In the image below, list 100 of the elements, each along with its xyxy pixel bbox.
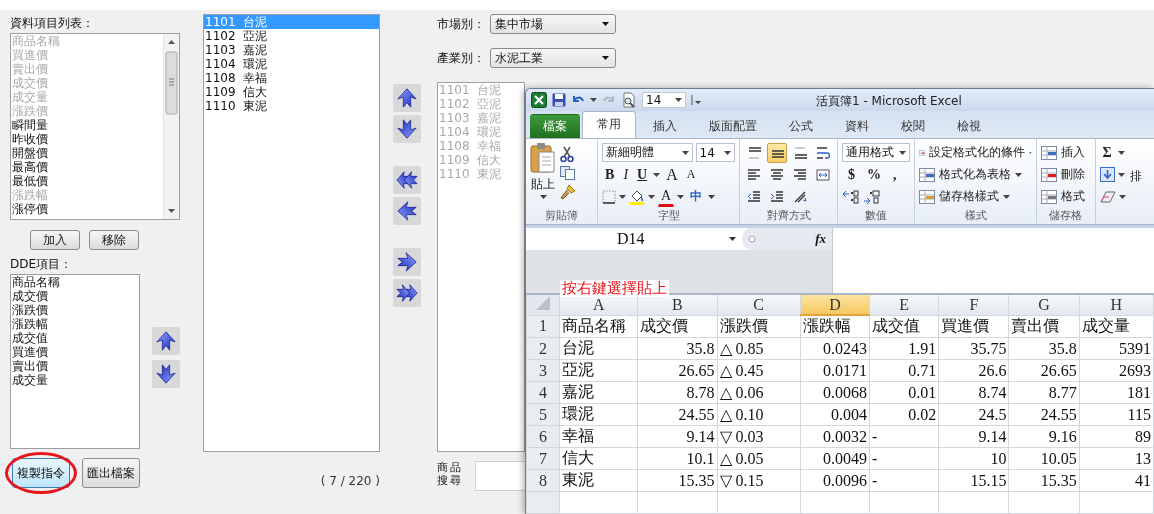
ribbon-tab[interactable]: 版面配置 <box>694 113 772 138</box>
ribbon-tab[interactable]: 公式 <box>774 113 828 138</box>
font-style-button[interactable]: U <box>634 164 651 185</box>
list-item[interactable]: 瞬間量 <box>11 118 163 132</box>
align-button[interactable] <box>767 142 788 163</box>
transfer-button[interactable] <box>393 279 421 307</box>
save-icon[interactable] <box>552 92 566 107</box>
list-item[interactable]: 開盤價 <box>11 146 163 160</box>
transfer-button[interactable] <box>393 166 421 194</box>
font-size-field[interactable]: 14 <box>642 91 686 108</box>
ribbon-tab[interactable]: 常用 <box>582 110 636 138</box>
sum-button[interactable]: Σ <box>1099 142 1115 163</box>
fill-color-icon[interactable] <box>629 188 646 205</box>
transfer-button[interactable] <box>393 197 421 225</box>
list-item[interactable]: 最低價 <box>11 174 163 188</box>
style-command[interactable]: 儲存格樣式 <box>938 186 1001 207</box>
number-format-button[interactable]: % <box>861 164 888 185</box>
formula-field[interactable] <box>832 227 1154 293</box>
transfer-button[interactable] <box>393 84 421 112</box>
copy-icon[interactable] <box>560 165 576 180</box>
insert-function-button[interactable]: fx <box>815 230 826 247</box>
list-item[interactable]: 成交值 <box>11 331 139 345</box>
column-header[interactable]: B <box>637 294 718 315</box>
stock-item[interactable]: 1110 東泥 <box>204 99 379 113</box>
ribbon-tab[interactable]: 校閱 <box>886 113 940 138</box>
row-header[interactable]: 6 <box>526 425 560 448</box>
move-button[interactable] <box>152 360 180 388</box>
increase-decimal-icon[interactable] <box>842 189 861 204</box>
stock-item[interactable]: 1109 信大 <box>204 85 379 99</box>
stock-item[interactable]: 1104 環泥 <box>204 57 379 71</box>
list-button[interactable]: 加入 <box>30 230 80 250</box>
name-box[interactable]: D14 <box>526 227 743 250</box>
cell-command[interactable]: 刪除 <box>1060 164 1087 185</box>
list-item[interactable]: 最高價 <box>11 160 163 174</box>
eraser-icon[interactable] <box>1099 190 1116 203</box>
row-header[interactable]: 4 <box>526 381 560 404</box>
print-preview-icon[interactable] <box>621 91 637 108</box>
paste-label[interactable]: 貼上 <box>531 175 555 193</box>
column-header[interactable]: C <box>717 294 801 315</box>
decrease-decimal-icon[interactable] <box>863 189 882 204</box>
list-item[interactable]: 成交價 <box>11 289 139 303</box>
list-item[interactable]: 漲停價 <box>11 202 163 216</box>
sort-label[interactable]: 排 <box>1129 141 1142 224</box>
list-item[interactable]: 賣出價 <box>11 359 139 373</box>
scrollbar[interactable] <box>163 34 179 219</box>
font-size-field[interactable]: 14 <box>695 143 736 163</box>
column-header[interactable]: E <box>869 294 939 315</box>
row-header[interactable]: 5 <box>526 403 560 426</box>
ribbon-tab[interactable]: 資料 <box>830 113 884 138</box>
list-item[interactable]: 商品名稱 <box>11 275 139 289</box>
row-header[interactable]: 2 <box>526 337 560 360</box>
list-button[interactable]: 移除 <box>89 230 139 250</box>
brush-icon[interactable] <box>560 183 576 200</box>
font-style-button[interactable]: B <box>602 164 618 185</box>
font-name-field[interactable]: 新細明體 <box>602 143 693 163</box>
border-icon[interactable] <box>602 189 617 204</box>
row-header[interactable]: 3 <box>526 359 560 382</box>
number-format-button[interactable]: , <box>887 164 903 185</box>
column-header[interactable]: D <box>800 294 870 315</box>
style-command[interactable]: 設定格式化的條件 <box>928 142 1027 163</box>
font-size-step-button[interactable]: A <box>663 164 681 185</box>
list-item[interactable]: 漲跌價 <box>11 303 139 317</box>
ribbon-tab[interactable]: 檢視 <box>942 113 996 138</box>
fill-down-icon[interactable] <box>1099 167 1115 183</box>
phonetic-button[interactable]: 中 <box>687 186 706 207</box>
list-item[interactable]: 漲跌幅 <box>11 317 139 331</box>
move-button[interactable] <box>152 327 180 355</box>
column-header[interactable]: F <box>938 294 1009 315</box>
stock-list[interactable]: 1101 台泥 1102 亞泥 1103 嘉泥 1104 環泥 1108 幸福 1109 信大 1110 東泥 <box>203 14 380 452</box>
stock-item[interactable]: 1102 亞泥 <box>204 29 379 43</box>
ribbon-tab[interactable]: 插入 <box>638 113 692 138</box>
row-header[interactable]: 8 <box>526 469 560 492</box>
filter-dropdown[interactable]: 集中市場 <box>490 14 616 34</box>
row-header[interactable]: 1 <box>526 315 560 338</box>
transfer-button[interactable] <box>393 115 421 143</box>
customize-icon[interactable] <box>691 93 701 106</box>
list-item[interactable]: 成交量 <box>11 373 139 387</box>
transfer-button[interactable] <box>393 248 421 276</box>
font-style-button[interactable]: I <box>620 164 632 185</box>
font-color-button[interactable]: A <box>658 186 675 207</box>
font-size-step-button[interactable]: A <box>683 164 699 185</box>
filter-dropdown[interactable]: 水泥工業 <box>490 48 616 68</box>
list-item[interactable]: 昨收價 <box>11 132 163 146</box>
column-header[interactable]: G <box>1009 294 1080 315</box>
list-item[interactable]: 買進價 <box>11 345 139 359</box>
action-button[interactable]: 匯出檔案 <box>82 458 140 488</box>
stock-item[interactable]: 1103 嘉泥 <box>204 43 379 57</box>
expand-handle-icon[interactable] <box>748 234 757 243</box>
cell-command[interactable]: 插入 <box>1060 142 1087 163</box>
ribbon-tab[interactable]: 檔案 <box>530 113 580 138</box>
number-format-button[interactable]: $ <box>842 164 862 185</box>
number-format-field[interactable]: 通用格式 <box>842 143 911 163</box>
row-header[interactable]: 7 <box>526 447 560 470</box>
stock-item[interactable]: 1108 幸福 <box>204 71 379 85</box>
cell-command[interactable]: 格式 <box>1060 186 1087 207</box>
scissors-icon[interactable] <box>560 145 574 162</box>
action-button[interactable]: 複製指令 <box>12 458 70 488</box>
column-header[interactable]: H <box>1079 294 1154 315</box>
dde-item-list[interactable]: 商品名稱 成交價 漲跌價 漲跌幅 成交值 買進價 賣出價 成交量 <box>10 274 140 449</box>
style-command[interactable]: 格式化為表格 <box>938 164 1013 185</box>
